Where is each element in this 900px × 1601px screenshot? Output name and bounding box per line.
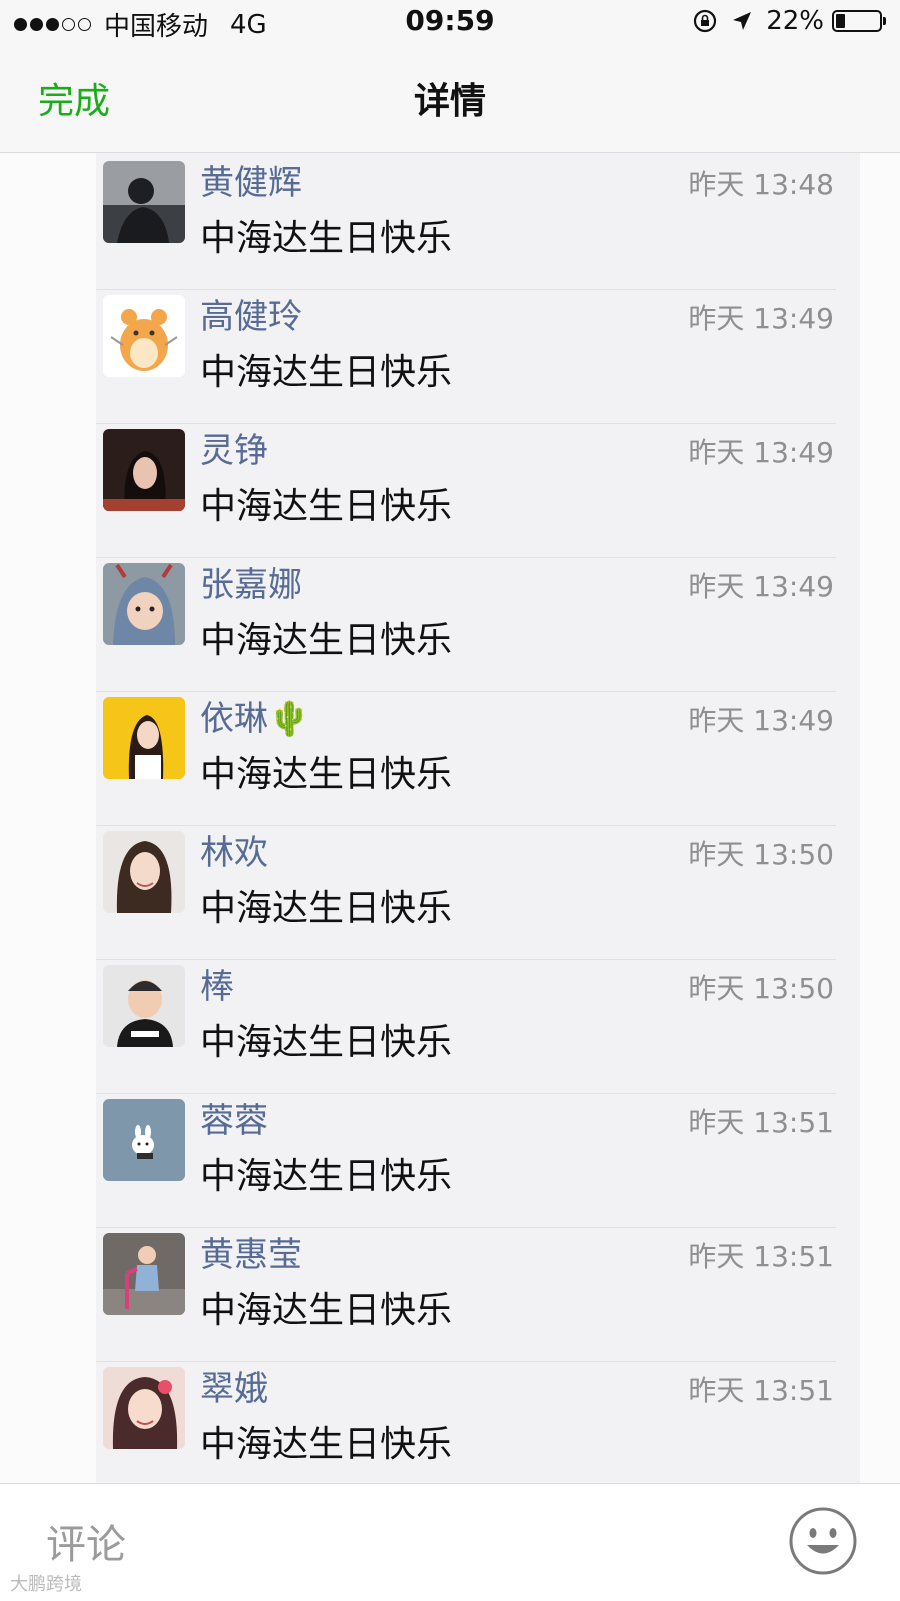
comment-input[interactable]: 评论	[46, 1512, 126, 1570]
comment-panel: 黄健辉 昨天 13:48 中海达生日快乐 高健玲 昨天 13:49 中海达生日快…	[96, 153, 860, 1483]
comment-text: 中海达生日快乐	[200, 1424, 453, 1465]
commenter-name[interactable]: 蓉蓉	[200, 1093, 268, 1142]
watermark: 大鹏跨境	[10, 1574, 82, 1595]
avatar[interactable]	[103, 1233, 185, 1315]
status-bar: 中国移动 4G 09:59 22%	[0, 0, 900, 46]
comment-time: 昨天 13:49	[688, 704, 834, 737]
comment-text: 中海达生日快乐	[200, 754, 453, 795]
commenter-name[interactable]: 棒	[200, 959, 234, 1008]
commenter-name[interactable]: 黄惠莹	[200, 1227, 302, 1276]
avatar[interactable]	[103, 831, 185, 913]
comment-time: 昨天 13:49	[688, 302, 834, 335]
battery-percent: 22%	[766, 6, 824, 36]
comment-text: 中海达生日快乐	[200, 1156, 453, 1197]
avatar[interactable]	[103, 1099, 185, 1181]
avatar[interactable]	[103, 697, 185, 779]
comment-row[interactable]: 翠娥 昨天 13:51 中海达生日快乐	[96, 1359, 860, 1483]
avatar[interactable]	[103, 563, 185, 645]
comment-text: 中海达生日快乐	[200, 888, 453, 929]
commenter-name[interactable]: 翠娥	[200, 1361, 268, 1410]
comment-time: 昨天 13:48	[688, 168, 834, 201]
comment-row[interactable]: 高健玲 昨天 13:49 中海达生日快乐	[96, 287, 860, 424]
comment-text: 中海达生日快乐	[200, 486, 453, 527]
commenter-name[interactable]: 张嘉娜	[200, 557, 302, 606]
comment-time: 昨天 13:51	[688, 1106, 834, 1139]
smiley-face-icon[interactable]	[788, 1506, 858, 1576]
comment-time: 昨天 13:51	[688, 1240, 834, 1273]
comment-row[interactable]: 黄健辉 昨天 13:48 中海达生日快乐	[96, 153, 860, 290]
comment-text: 中海达生日快乐	[200, 1290, 453, 1331]
comment-time: 昨天 13:49	[688, 570, 834, 603]
avatar[interactable]	[103, 161, 185, 243]
comment-text: 中海达生日快乐	[200, 1022, 453, 1063]
avatar[interactable]	[103, 295, 185, 377]
location-arrow-icon	[733, 12, 752, 30]
comment-time: 昨天 13:51	[688, 1374, 834, 1407]
battery-fill	[836, 14, 845, 28]
comment-row[interactable]: 张嘉娜 昨天 13:49 中海达生日快乐	[96, 555, 860, 692]
comment-text: 中海达生日快乐	[200, 620, 453, 661]
commenter-name[interactable]: 林欢	[200, 825, 268, 874]
comment-row[interactable]: 灵铮 昨天 13:49 中海达生日快乐	[96, 421, 860, 558]
comment-row[interactable]: 黄惠莹 昨天 13:51 中海达生日快乐	[96, 1225, 860, 1362]
comment-row[interactable]: 林欢 昨天 13:50 中海达生日快乐	[96, 823, 860, 960]
comment-bar: 评论	[0, 1483, 900, 1601]
avatar[interactable]	[103, 429, 185, 511]
avatar[interactable]	[103, 965, 185, 1047]
comment-row[interactable]: 蓉蓉 昨天 13:51 中海达生日快乐	[96, 1091, 860, 1228]
comment-row[interactable]: 依琳🌵 昨天 13:49 中海达生日快乐	[96, 689, 860, 826]
comment-time: 昨天 13:50	[688, 972, 834, 1005]
avatar[interactable]	[103, 1367, 185, 1449]
comment-text: 中海达生日快乐	[200, 352, 453, 393]
comment-time: 昨天 13:49	[688, 436, 834, 469]
commenter-name[interactable]: 黄健辉	[200, 155, 302, 204]
commenter-name[interactable]: 灵铮	[200, 423, 268, 472]
rotation-lock-icon	[694, 9, 717, 33]
commenter-name[interactable]: 依琳🌵	[200, 691, 310, 740]
page-title: 详情	[413, 81, 486, 122]
comment-row[interactable]: 棒 昨天 13:50 中海达生日快乐	[96, 957, 860, 1094]
commenter-name[interactable]: 高健玲	[200, 289, 302, 338]
status-right: 22%	[692, 6, 886, 36]
battery-icon	[832, 10, 886, 32]
comment-list[interactable]: 黄健辉 昨天 13:48 中海达生日快乐 高健玲 昨天 13:49 中海达生日快…	[0, 153, 900, 1483]
comment-text: 中海达生日快乐	[200, 218, 453, 259]
nav-bar: 完成 详情	[0, 46, 900, 153]
comment-time: 昨天 13:50	[688, 838, 834, 871]
